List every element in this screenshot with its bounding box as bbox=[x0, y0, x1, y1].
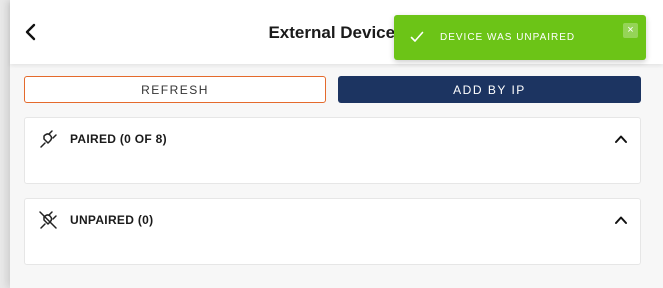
refresh-button[interactable]: REFRESH bbox=[24, 76, 326, 103]
toast-close-button[interactable]: × bbox=[623, 23, 638, 38]
toast-message: DEVICE WAS UNPAIRED bbox=[440, 32, 576, 43]
add-by-ip-button[interactable]: ADD BY IP bbox=[338, 76, 641, 103]
paired-section-title: PAIRED (0 OF 8) bbox=[70, 132, 167, 146]
unpaired-section-title: UNPAIRED (0) bbox=[70, 213, 154, 227]
check-icon bbox=[410, 31, 424, 42]
chevron-up-icon[interactable] bbox=[614, 213, 628, 227]
plug-off-icon bbox=[39, 211, 57, 229]
paired-section-header[interactable]: PAIRED (0 OF 8) bbox=[25, 118, 640, 160]
chevron-up-icon[interactable] bbox=[614, 132, 628, 146]
paired-devices-panel: PAIRED (0 OF 8) bbox=[24, 117, 641, 184]
success-toast: DEVICE WAS UNPAIRED × bbox=[394, 15, 646, 60]
unpaired-devices-panel: UNPAIRED (0) bbox=[24, 198, 641, 265]
plug-icon bbox=[40, 130, 57, 148]
unpaired-section-header[interactable]: UNPAIRED (0) bbox=[25, 199, 640, 241]
